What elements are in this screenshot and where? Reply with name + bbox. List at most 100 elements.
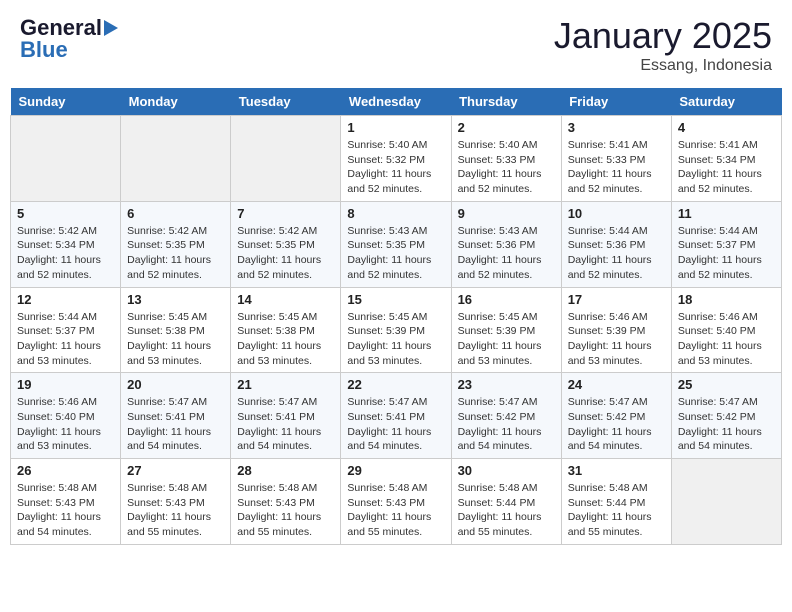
- calendar-cell: 9 Sunrise: 5:43 AMSunset: 5:36 PMDaylight…: [451, 201, 561, 287]
- day-info: Sunrise: 5:47 AMSunset: 5:41 PMDaylight:…: [127, 395, 224, 454]
- calendar-cell: [121, 116, 231, 202]
- calendar-cell: 3 Sunrise: 5:41 AMSunset: 5:33 PMDaylight…: [561, 116, 671, 202]
- day-info: Sunrise: 5:46 AMSunset: 5:40 PMDaylight:…: [17, 395, 114, 454]
- day-number: 17: [568, 292, 665, 307]
- day-number: 11: [678, 206, 775, 221]
- day-info: Sunrise: 5:47 AMSunset: 5:42 PMDaylight:…: [458, 395, 555, 454]
- calendar-cell: 26 Sunrise: 5:48 AMSunset: 5:43 PMDayligh…: [11, 459, 121, 545]
- calendar-body: 1 Sunrise: 5:40 AMSunset: 5:32 PMDaylight…: [11, 116, 782, 545]
- logo: General Blue: [20, 15, 118, 63]
- calendar-cell: 11 Sunrise: 5:44 AMSunset: 5:37 PMDayligh…: [671, 201, 781, 287]
- day-number: 13: [127, 292, 224, 307]
- calendar-week-row: 12Sunrise: 5:44 AMSunset: 5:37 PMDayligh…: [11, 287, 782, 373]
- day-number: 22: [347, 377, 444, 392]
- calendar-cell: 8Sunrise: 5:43 AMSunset: 5:35 PMDaylight…: [341, 201, 451, 287]
- day-info: Sunrise: 5:48 AMSunset: 5:43 PMDaylight:…: [127, 481, 224, 540]
- weekday-header-wednesday: Wednesday: [341, 88, 451, 116]
- calendar-table: SundayMondayTuesdayWednesdayThursdayFrid…: [10, 88, 782, 545]
- day-number: 10: [568, 206, 665, 221]
- calendar-cell: 2 Sunrise: 5:40 AMSunset: 5:33 PMDaylight…: [451, 116, 561, 202]
- day-info: Sunrise: 5:48 AMSunset: 5:43 PMDaylight:…: [347, 481, 444, 540]
- day-info: Sunrise: 5:44 AMSunset: 5:36 PMDaylight:…: [568, 224, 665, 283]
- day-number: 15: [347, 292, 444, 307]
- day-info: Sunrise: 5:48 AMSunset: 5:44 PMDaylight:…: [458, 481, 555, 540]
- weekday-header-saturday: Saturday: [671, 88, 781, 116]
- day-info: Sunrise: 5:43 AMSunset: 5:36 PMDaylight:…: [458, 224, 555, 283]
- day-number: 30: [458, 463, 555, 478]
- day-info: Sunrise: 5:40 AMSunset: 5:33 PMDaylight:…: [458, 138, 555, 197]
- calendar-cell: 18 Sunrise: 5:46 AMSunset: 5:40 PMDayligh…: [671, 287, 781, 373]
- day-info: Sunrise: 5:47 AMSunset: 5:41 PMDaylight:…: [237, 395, 334, 454]
- calendar-cell: 27 Sunrise: 5:48 AMSunset: 5:43 PMDayligh…: [121, 459, 231, 545]
- calendar-cell: 20 Sunrise: 5:47 AMSunset: 5:41 PMDayligh…: [121, 373, 231, 459]
- day-info: Sunrise: 5:40 AMSunset: 5:32 PMDaylight:…: [347, 138, 444, 197]
- day-info: Sunrise: 5:44 AMSunset: 5:37 PMDaylight:…: [678, 224, 775, 283]
- calendar-cell: 29 Sunrise: 5:48 AMSunset: 5:43 PMDayligh…: [341, 459, 451, 545]
- calendar-cell: 25 Sunrise: 5:47 AMSunset: 5:42 PMDayligh…: [671, 373, 781, 459]
- month-title: January 2025: [554, 15, 772, 57]
- calendar-cell: 30 Sunrise: 5:48 AMSunset: 5:44 PMDayligh…: [451, 459, 561, 545]
- day-info: Sunrise: 5:48 AMSunset: 5:43 PMDaylight:…: [17, 481, 114, 540]
- calendar-cell: [671, 459, 781, 545]
- day-number: 12: [17, 292, 114, 307]
- day-number: 5: [17, 206, 114, 221]
- day-number: 14: [237, 292, 334, 307]
- day-number: 3: [568, 120, 665, 135]
- day-info: Sunrise: 5:48 AMSunset: 5:44 PMDaylight:…: [568, 481, 665, 540]
- calendar-cell: 12Sunrise: 5:44 AMSunset: 5:37 PMDayligh…: [11, 287, 121, 373]
- weekday-header-friday: Friday: [561, 88, 671, 116]
- day-number: 4: [678, 120, 775, 135]
- day-number: 24: [568, 377, 665, 392]
- day-info: Sunrise: 5:47 AMSunset: 5:42 PMDaylight:…: [568, 395, 665, 454]
- logo-blue: Blue: [20, 37, 68, 63]
- day-number: 26: [17, 463, 114, 478]
- location-title: Essang, Indonesia: [554, 57, 772, 75]
- day-number: 19: [17, 377, 114, 392]
- day-number: 1: [347, 120, 444, 135]
- calendar-cell: [231, 116, 341, 202]
- day-number: 9: [458, 206, 555, 221]
- day-number: 20: [127, 377, 224, 392]
- calendar-cell: 28 Sunrise: 5:48 AMSunset: 5:43 PMDayligh…: [231, 459, 341, 545]
- calendar-cell: 5 Sunrise: 5:42 AMSunset: 5:34 PMDaylight…: [11, 201, 121, 287]
- day-info: Sunrise: 5:46 AMSunset: 5:40 PMDaylight:…: [678, 310, 775, 369]
- day-info: Sunrise: 5:47 AMSunset: 5:42 PMDaylight:…: [678, 395, 775, 454]
- day-info: Sunrise: 5:42 AMSunset: 5:34 PMDaylight:…: [17, 224, 114, 283]
- calendar-cell: 13 Sunrise: 5:45 AMSunset: 5:38 PMDayligh…: [121, 287, 231, 373]
- calendar-cell: 16Sunrise: 5:45 AMSunset: 5:39 PMDayligh…: [451, 287, 561, 373]
- day-info: Sunrise: 5:45 AMSunset: 5:39 PMDaylight:…: [347, 310, 444, 369]
- calendar-cell: 19 Sunrise: 5:46 AMSunset: 5:40 PMDayligh…: [11, 373, 121, 459]
- calendar-week-row: 19 Sunrise: 5:46 AMSunset: 5:40 PMDayligh…: [11, 373, 782, 459]
- day-info: Sunrise: 5:42 AMSunset: 5:35 PMDaylight:…: [237, 224, 334, 283]
- day-number: 18: [678, 292, 775, 307]
- calendar-cell: 17Sunrise: 5:46 AMSunset: 5:39 PMDayligh…: [561, 287, 671, 373]
- calendar-cell: 21 Sunrise: 5:47 AMSunset: 5:41 PMDayligh…: [231, 373, 341, 459]
- calendar-cell: [11, 116, 121, 202]
- day-info: Sunrise: 5:48 AMSunset: 5:43 PMDaylight:…: [237, 481, 334, 540]
- weekday-header-row: SundayMondayTuesdayWednesdayThursdayFrid…: [11, 88, 782, 116]
- calendar-cell: 22 Sunrise: 5:47 AMSunset: 5:41 PMDayligh…: [341, 373, 451, 459]
- day-number: 2: [458, 120, 555, 135]
- day-number: 21: [237, 377, 334, 392]
- day-number: 29: [347, 463, 444, 478]
- day-info: Sunrise: 5:42 AMSunset: 5:35 PMDaylight:…: [127, 224, 224, 283]
- day-number: 16: [458, 292, 555, 307]
- calendar-week-row: 1 Sunrise: 5:40 AMSunset: 5:32 PMDaylight…: [11, 116, 782, 202]
- calendar-cell: 15 Sunrise: 5:45 AMSunset: 5:39 PMDayligh…: [341, 287, 451, 373]
- weekday-header-monday: Monday: [121, 88, 231, 116]
- calendar-cell: 14 Sunrise: 5:45 AMSunset: 5:38 PMDayligh…: [231, 287, 341, 373]
- day-info: Sunrise: 5:45 AMSunset: 5:38 PMDaylight:…: [127, 310, 224, 369]
- day-number: 27: [127, 463, 224, 478]
- weekday-header-tuesday: Tuesday: [231, 88, 341, 116]
- day-number: 23: [458, 377, 555, 392]
- logo-arrow-icon: [104, 20, 118, 36]
- day-info: Sunrise: 5:41 AMSunset: 5:34 PMDaylight:…: [678, 138, 775, 197]
- day-info: Sunrise: 5:47 AMSunset: 5:41 PMDaylight:…: [347, 395, 444, 454]
- day-info: Sunrise: 5:45 AMSunset: 5:38 PMDaylight:…: [237, 310, 334, 369]
- day-number: 31: [568, 463, 665, 478]
- day-number: 28: [237, 463, 334, 478]
- day-info: Sunrise: 5:41 AMSunset: 5:33 PMDaylight:…: [568, 138, 665, 197]
- day-number: 25: [678, 377, 775, 392]
- calendar-cell: 7Sunrise: 5:42 AMSunset: 5:35 PMDaylight…: [231, 201, 341, 287]
- calendar-cell: 10 Sunrise: 5:44 AMSunset: 5:36 PMDayligh…: [561, 201, 671, 287]
